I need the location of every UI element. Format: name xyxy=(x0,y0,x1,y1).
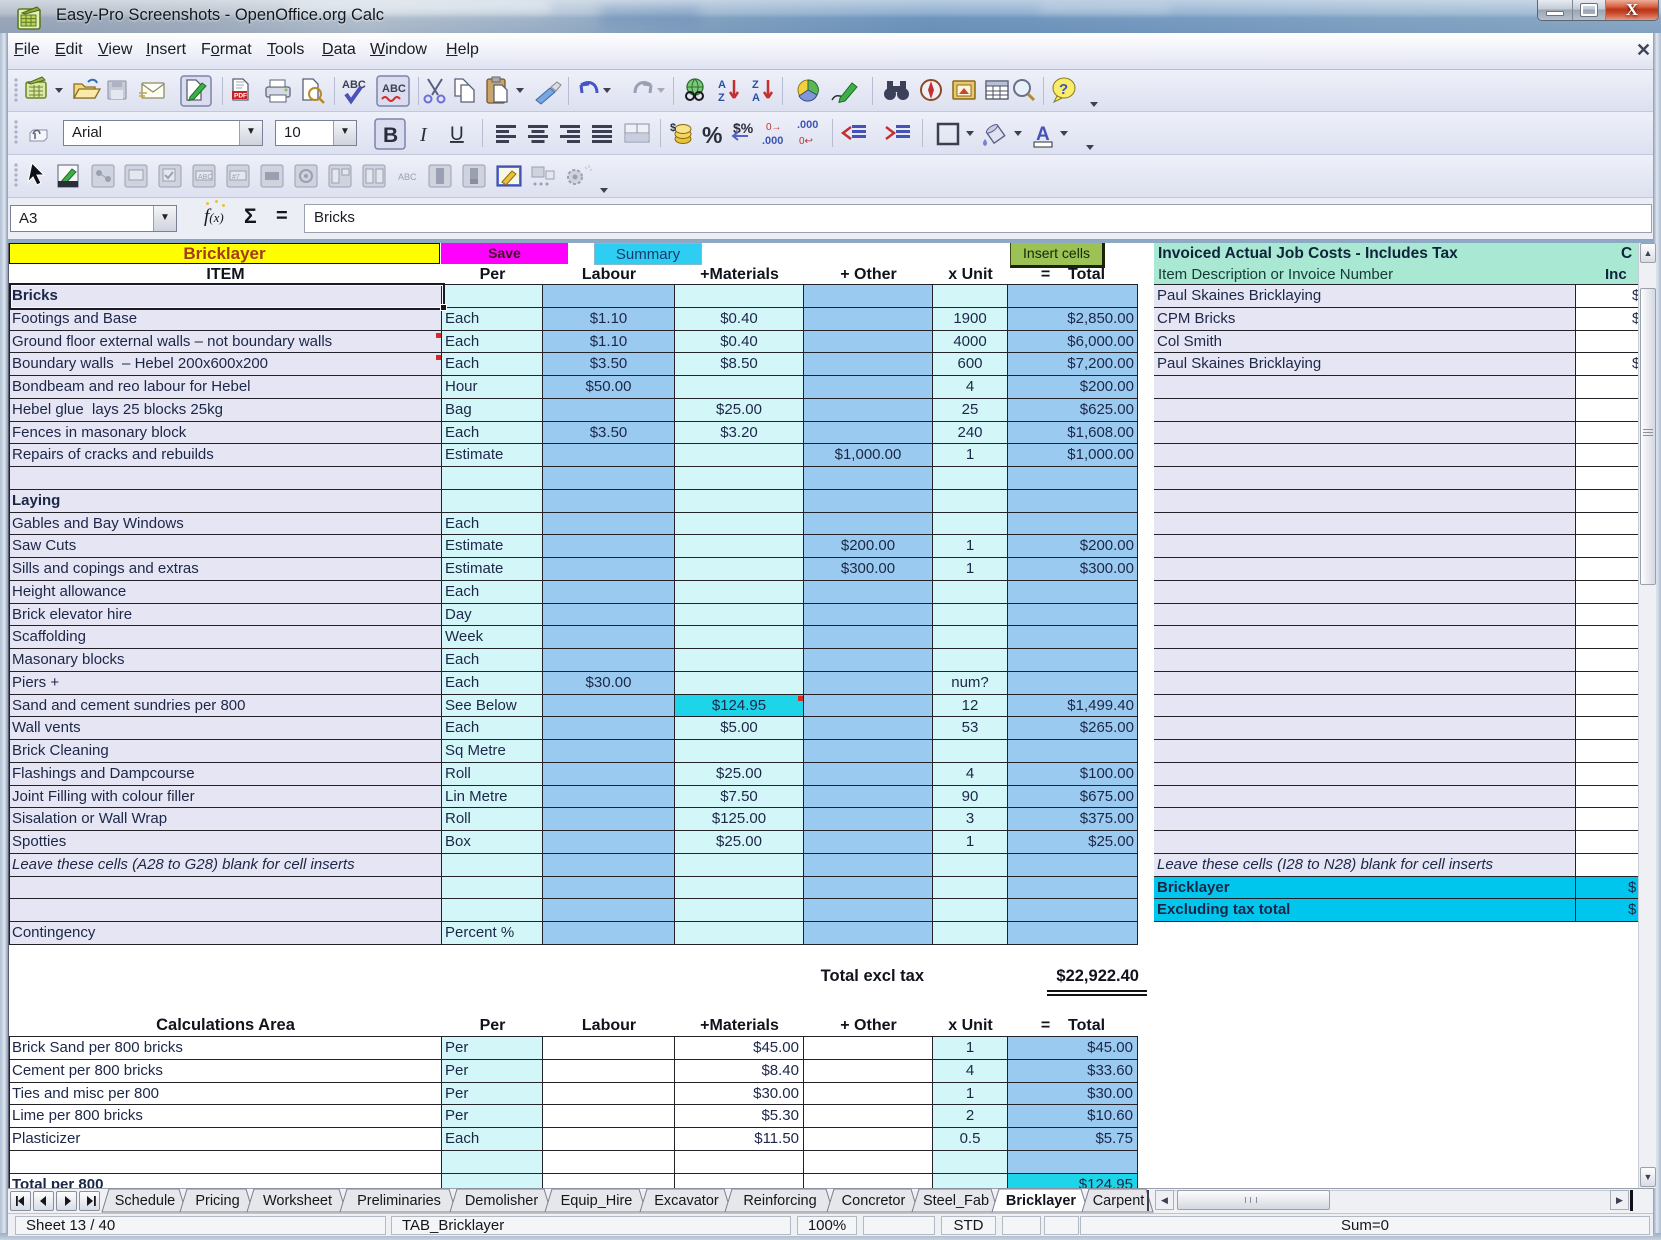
svg-text:0→: 0→ xyxy=(766,122,782,133)
svg-text:?: ? xyxy=(1059,81,1068,98)
svg-text:Z: Z xyxy=(718,92,725,104)
svg-text:Preliminaries: Preliminaries xyxy=(357,1193,441,1209)
svg-text:.000: .000 xyxy=(762,135,783,147)
svg-text:$: $ xyxy=(670,122,676,134)
svg-text:Reinforcing: Reinforcing xyxy=(743,1193,816,1209)
svg-text:Steel_Fab: Steel_Fab xyxy=(923,1193,989,1209)
svg-text:ABC: ABC xyxy=(198,174,212,181)
svg-text:A: A xyxy=(752,92,760,104)
svg-text:Z: Z xyxy=(752,79,759,91)
svg-text:ABC: ABC xyxy=(342,79,366,91)
svg-text:Bricklayer: Bricklayer xyxy=(1006,1193,1076,1209)
svg-text:.000: .000 xyxy=(797,119,818,131)
svg-text:U: U xyxy=(450,124,464,145)
svg-text:%: % xyxy=(702,122,722,148)
svg-text:A: A xyxy=(718,79,726,91)
svg-text:Equip_Hire: Equip_Hire xyxy=(561,1193,633,1209)
svg-text:Worksheet: Worksheet xyxy=(263,1193,332,1209)
svg-text:Schedule: Schedule xyxy=(115,1193,175,1209)
svg-text:I: I xyxy=(419,124,428,146)
svg-text:PDF: PDF xyxy=(234,93,247,100)
svg-text:ABC: ABC xyxy=(398,172,417,182)
svg-text:#7: #7 xyxy=(232,174,240,181)
svg-text:B: B xyxy=(383,124,398,147)
svg-text:Demolisher: Demolisher xyxy=(465,1193,538,1209)
svg-text:Pricing: Pricing xyxy=(195,1193,239,1209)
svg-text:Concretor: Concretor xyxy=(842,1193,906,1209)
svg-text:ABC: ABC xyxy=(382,83,406,95)
svg-text:Excavator: Excavator xyxy=(654,1193,719,1209)
svg-text:0↩: 0↩ xyxy=(799,136,813,147)
svg-text:Carpent: Carpent xyxy=(1093,1193,1145,1209)
